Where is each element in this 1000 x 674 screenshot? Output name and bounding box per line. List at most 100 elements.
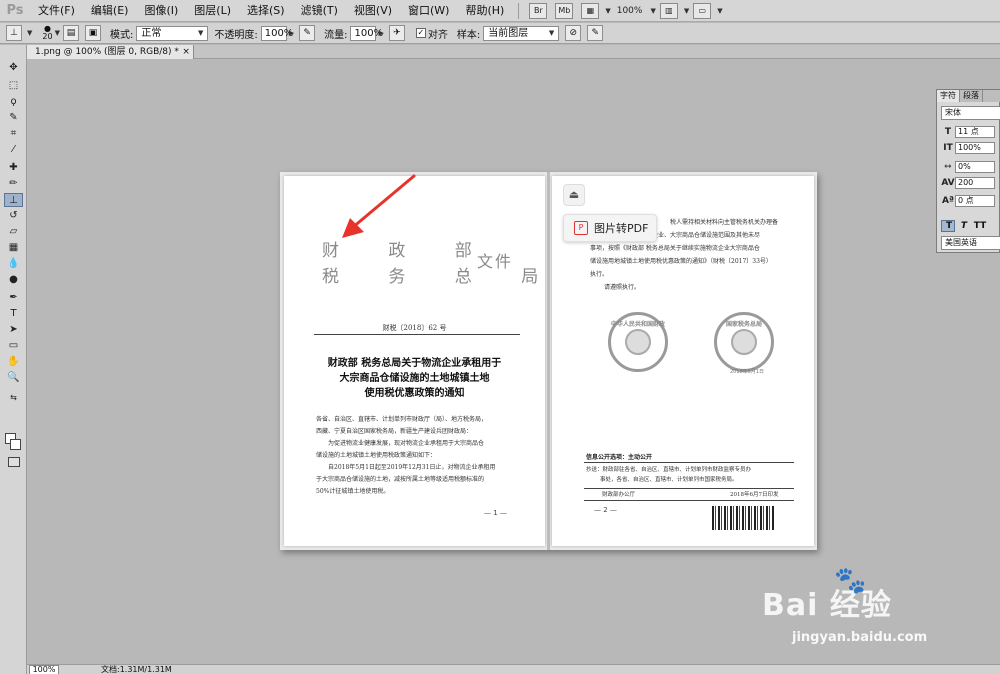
quick-mask-icon[interactable]: [8, 457, 20, 467]
brush-preset-picker[interactable]: ● 20: [42, 25, 52, 41]
kerning-input[interactable]: 200: [955, 177, 995, 189]
eject-icon[interactable]: ⏏: [563, 184, 585, 206]
menu-view[interactable]: 视图(V): [346, 0, 400, 22]
page-number: — 1 —: [484, 509, 507, 517]
path-select-tool-icon[interactable]: ➤: [4, 323, 23, 337]
eyedropper-tool-icon[interactable]: ⁄: [4, 143, 23, 157]
pdf-icon: P: [574, 221, 588, 235]
eraser-tool-icon[interactable]: ▱: [4, 225, 23, 239]
font-size-icon: T: [944, 127, 952, 137]
quick-select-tool-icon[interactable]: ✎: [4, 111, 23, 125]
document-tab-label: 1.png @ 100% (图层 0, RGB/8) *: [35, 47, 179, 57]
ignore-adjustment-icon[interactable]: ⊘: [565, 25, 582, 41]
font-size-input[interactable]: 11 点: [955, 126, 995, 138]
zoom-tool-icon[interactable]: 🔍: [4, 371, 23, 385]
view-extras-button[interactable]: ▦: [581, 2, 600, 19]
issue-date: 2018年6月7日印发: [730, 492, 779, 498]
status-zoom-input[interactable]: 100%: [29, 665, 59, 674]
menu-file[interactable]: 文件(F): [30, 0, 83, 22]
clone-stamp-tool-icon[interactable]: ⊥: [4, 193, 23, 207]
pressure-size-icon[interactable]: ✎: [587, 25, 604, 41]
pen-tool-icon[interactable]: ✒: [4, 291, 23, 305]
chevron-down-icon[interactable]: ▼: [605, 7, 610, 15]
chevron-down-icon[interactable]: ▼: [684, 7, 689, 15]
sample-select[interactable]: 当前图层 ▼: [483, 25, 560, 41]
type-tool-icon[interactable]: T: [4, 307, 23, 321]
kerning-icon: AV: [941, 178, 955, 188]
baseline-shift-input[interactable]: 0 点: [955, 195, 995, 207]
close-icon[interactable]: ×: [182, 45, 190, 59]
status-bar: 100% 文档:1.31M/1.31M: [27, 664, 1000, 674]
emblem-icon: [731, 329, 757, 355]
faux-bold-button[interactable]: T: [941, 220, 955, 232]
move-tool-icon[interactable]: ✥: [4, 61, 23, 75]
brush-tool-icon[interactable]: ✏: [4, 177, 23, 191]
document-body: 各省、自治区、直辖市、计划单列市财政厅（局）、地方税务局， 西藏、宁夏自治区国家…: [316, 416, 496, 495]
gradient-tool-icon[interactable]: ▦: [4, 241, 23, 255]
divider: [584, 462, 794, 463]
menu-bar: Ps 文件(F) 编辑(E) 图像(I) 图层(L) 选择(S) 滤镜(T) 视…: [0, 0, 1000, 22]
marquee-tool-icon[interactable]: ⬚: [4, 79, 23, 93]
paw-icon: 🐾: [834, 566, 867, 596]
bridge-button[interactable]: Br: [529, 2, 548, 19]
menu-window[interactable]: 窗口(W): [400, 0, 457, 22]
menu-layer[interactable]: 图层(L): [186, 0, 239, 22]
all-caps-button[interactable]: TT: [973, 220, 987, 232]
mini-bridge-button[interactable]: Mb: [555, 2, 574, 19]
type-style-buttons: T T TT: [941, 220, 989, 232]
font-family-select[interactable]: 宋体: [941, 106, 1000, 120]
opacity-slider-arrow-icon[interactable]: ▶: [289, 29, 294, 37]
mode-select[interactable]: 正常 ▼: [136, 25, 209, 41]
image-to-pdf-button[interactable]: P 图片转PDF: [563, 214, 657, 242]
hand-tool-icon[interactable]: ✋: [4, 355, 23, 369]
document-tab[interactable]: 1.png @ 100% (图层 0, RGB/8) * ×: [27, 45, 194, 59]
header-suffix: 文件: [477, 252, 514, 271]
tab-paragraph[interactable]: 段落: [960, 90, 983, 102]
document-number: 财税〔2018〕62 号: [382, 324, 447, 332]
tracking-input[interactable]: 0%: [955, 161, 995, 173]
chevron-down-icon[interactable]: ▼: [717, 7, 722, 15]
menu-select[interactable]: 选择(S): [239, 0, 293, 22]
flow-label: 流量:: [324, 29, 348, 41]
menu-help[interactable]: 帮助(H): [457, 0, 512, 22]
swap-colors-icon[interactable]: ⇆: [4, 393, 23, 403]
tab-character[interactable]: 字符: [937, 90, 960, 102]
clone-source-icon[interactable]: ▣: [84, 25, 101, 41]
barcode-icon: [712, 506, 774, 530]
chevron-down-icon[interactable]: ▼: [55, 29, 60, 37]
menu-filter[interactable]: 滤镜(T): [293, 0, 346, 22]
menu-image[interactable]: 图像(I): [136, 0, 186, 22]
airbrush-icon[interactable]: ✈: [388, 25, 405, 41]
crop-tool-icon[interactable]: ⌗: [4, 127, 23, 141]
flow-input[interactable]: 100%: [350, 25, 383, 41]
chevron-down-icon[interactable]: ▼: [650, 7, 655, 15]
flow-slider-arrow-icon[interactable]: ▶: [378, 29, 383, 37]
watermark-url: jingyan.baidu.com: [792, 630, 928, 645]
shape-tool-icon[interactable]: ▭: [4, 339, 23, 353]
blur-tool-icon[interactable]: 💧: [4, 257, 23, 271]
document-tab-bar: 1.png @ 100% (图层 0, RGB/8) * ×: [27, 45, 1000, 59]
language-select[interactable]: 美国英语: [941, 236, 1000, 250]
tools-panel: ✥ ⬚ ϙ ✎ ⌗ ⁄ ✚ ✏ ⊥ ↺ ▱ ▦ 💧 ● ✒ T ➤ ▭ ✋ 🔍 …: [0, 45, 27, 674]
menu-edit[interactable]: 编辑(E): [83, 0, 137, 22]
screen-mode-button[interactable]: ▭: [693, 2, 712, 19]
emblem-icon: [625, 329, 651, 355]
vertical-scale-row: IT 100%: [941, 141, 995, 155]
cc-list: 抄送：财政部驻各省、自治区、直辖市、计划单列市财政监察专员办 事处，各省、自治区…: [586, 467, 752, 483]
history-brush-tool-icon[interactable]: ↺: [4, 209, 23, 223]
vertical-scale-input[interactable]: 100%: [955, 142, 995, 154]
opacity-input[interactable]: 100%: [260, 25, 293, 41]
pressure-opacity-icon[interactable]: ✎: [299, 25, 316, 41]
lasso-tool-icon[interactable]: ϙ: [4, 95, 23, 109]
chevron-down-icon[interactable]: ▼: [27, 29, 32, 37]
dodge-tool-icon[interactable]: ●: [4, 273, 23, 287]
background-color-swatch[interactable]: [10, 439, 21, 450]
stamp-tool-icon[interactable]: ⊥: [6, 25, 22, 41]
brush-panel-icon[interactable]: ▤: [62, 25, 79, 41]
baseline-row: Aª 0 点: [941, 194, 995, 208]
faux-italic-button[interactable]: T: [957, 220, 971, 232]
zoom-level[interactable]: 100%: [617, 6, 643, 16]
arrange-documents-button[interactable]: ▥: [659, 2, 678, 19]
healing-brush-tool-icon[interactable]: ✚: [4, 161, 23, 175]
align-checkbox[interactable]: ✓: [415, 28, 426, 38]
